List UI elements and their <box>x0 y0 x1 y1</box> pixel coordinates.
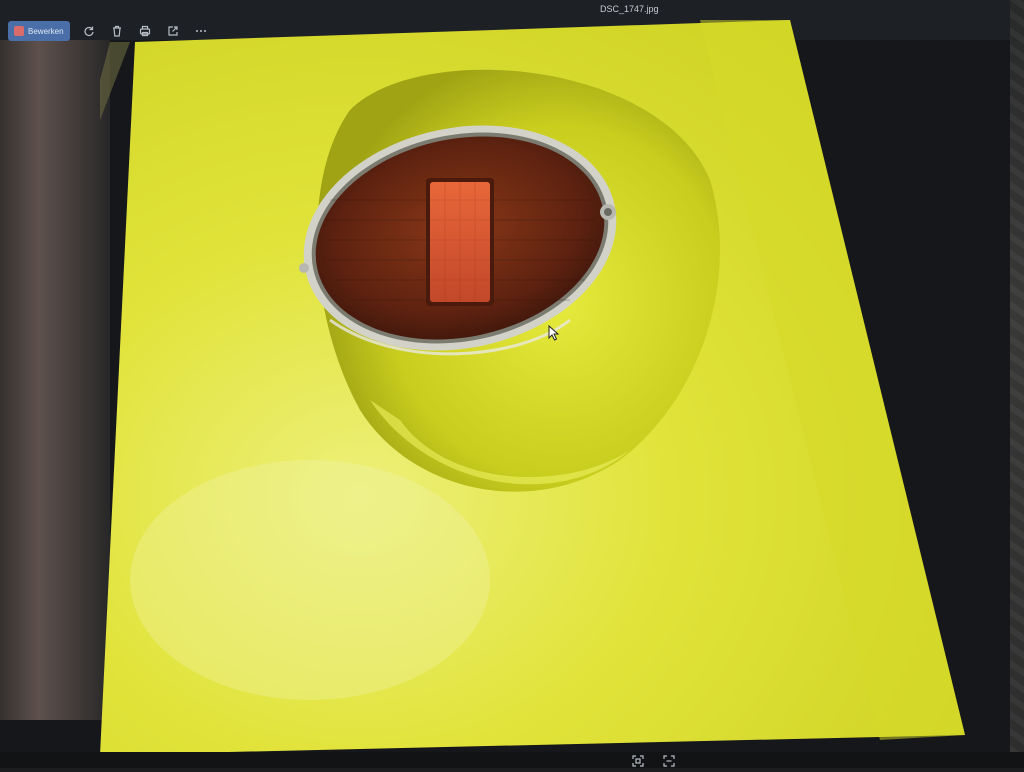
window-title: DSC_1747.jpg <box>600 4 659 14</box>
photo-image <box>100 20 965 755</box>
photo-viewer-window: DSC_1747.jpg Bewerken <box>0 0 1010 755</box>
mouse-cursor <box>548 325 560 341</box>
rotate-icon[interactable] <box>80 22 98 40</box>
fullscreen-icon[interactable] <box>663 754 675 767</box>
edit-button-label: Bewerken <box>28 26 64 36</box>
edit-button[interactable]: Bewerken <box>8 21 70 41</box>
status-bar <box>0 752 1024 768</box>
screen-glare <box>0 20 110 720</box>
edit-icon <box>14 26 24 36</box>
fit-to-window-icon[interactable] <box>632 754 644 767</box>
